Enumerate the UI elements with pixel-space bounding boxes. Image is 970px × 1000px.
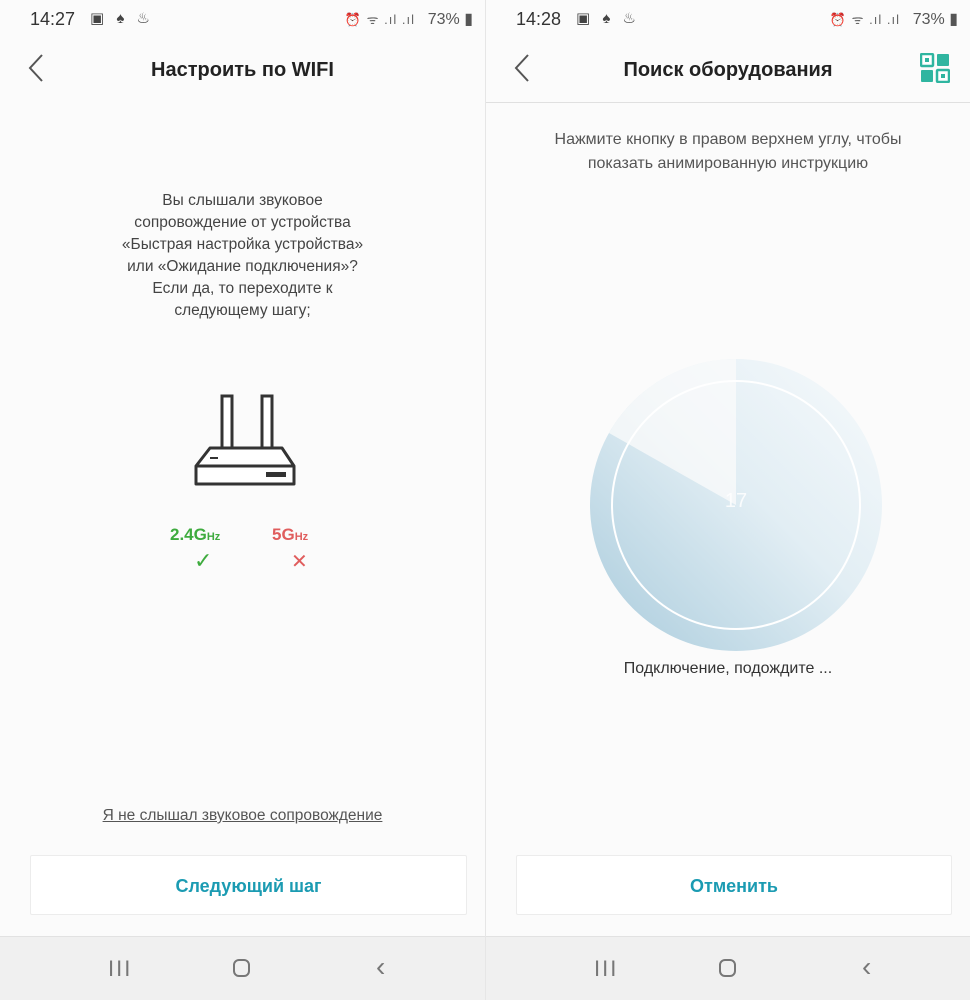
system-nav-bar: III ‹ bbox=[486, 936, 970, 1000]
home-icon[interactable] bbox=[233, 959, 250, 977]
band-2-4-unit: Hz bbox=[206, 531, 221, 543]
connecting-status: Подключение, подождите ... bbox=[623, 660, 833, 677]
band-5-unit: Hz bbox=[294, 531, 309, 543]
prompt-line: или «Ожидание подключения»? bbox=[127, 258, 358, 275]
status-bar: 14:28 ▣ ♠ ♨ ⏰ ᯤ .ıl .ıl 73% ▮ bbox=[486, 0, 970, 40]
cancel-button[interactable]: Отменить bbox=[516, 855, 952, 915]
app-header: Поиск оборудования bbox=[486, 45, 970, 103]
device-search-screen: 14:28 ▣ ♠ ♨ ⏰ ᯤ .ıl .ıl 73% ▮ Поиск обор… bbox=[485, 0, 970, 1000]
home-icon[interactable] bbox=[719, 959, 736, 977]
recent-apps-icon[interactable]: III bbox=[108, 956, 132, 982]
status-bar: 14:27 ▣ ♠ ♨ ⏰ ᯤ .ıl .ıl 73% ▮ bbox=[0, 0, 485, 40]
signal-icons: ⏰ ᯤ .ıl .ıl bbox=[829, 12, 900, 27]
band-5ghz: 5GHz bbox=[272, 525, 308, 545]
band-2-4ghz: 2.4GHz bbox=[170, 525, 220, 545]
search-progress: 17 bbox=[724, 490, 748, 512]
system-nav-bar: III ‹ bbox=[0, 936, 485, 1000]
signal-icons: ⏰ ᯤ .ıl .ıl bbox=[344, 12, 415, 27]
instruction-hint: Нажмите кнопку в правом верхнем углу, чт… bbox=[498, 128, 958, 176]
nav-back-icon[interactable]: ‹ bbox=[376, 951, 385, 983]
check-icon: ✓ bbox=[194, 548, 213, 573]
prompt-line: Если да, то переходите к bbox=[152, 280, 333, 297]
notification-icons: ▣ ♠ ♨ bbox=[576, 10, 640, 27]
notification-icons: ▣ ♠ ♨ bbox=[90, 10, 154, 27]
prompt-line: Вы слышали звуковое bbox=[162, 192, 323, 209]
battery-indicator: 73% ▮ bbox=[912, 11, 958, 28]
qr-instruction-icon[interactable] bbox=[920, 53, 950, 83]
band-5-value: 5G bbox=[272, 525, 295, 544]
sound-prompt: Вы слышали звуковое сопровождение от уст… bbox=[60, 190, 425, 322]
battery-indicator: 73% ▮ bbox=[427, 11, 473, 28]
status-time: 14:28 bbox=[516, 9, 562, 29]
band-2-4-value: 2.4G bbox=[170, 525, 207, 544]
prompt-line: сопровождение от устройства bbox=[134, 214, 351, 231]
router-icon bbox=[194, 394, 296, 486]
status-time: 14:27 bbox=[30, 9, 76, 29]
page-title: Поиск оборудования bbox=[623, 59, 833, 81]
prompt-line: следующему шагу; bbox=[174, 302, 311, 319]
recent-apps-icon[interactable]: III bbox=[594, 956, 618, 982]
nav-back-icon[interactable]: ‹ bbox=[862, 951, 871, 983]
hint-line: Нажмите кнопку в правом верхнем углу, чт… bbox=[554, 131, 902, 148]
cross-icon: ✕ bbox=[291, 551, 308, 573]
no-sound-link[interactable]: Я не слышал звуковое сопровождение bbox=[0, 807, 485, 825]
next-step-button[interactable]: Следующий шаг bbox=[30, 855, 467, 915]
hint-line: показать анимированную инструкцию bbox=[587, 155, 869, 172]
app-header: Настроить по WIFI bbox=[0, 45, 485, 103]
wifi-setup-screen: 14:27 ▣ ♠ ♨ ⏰ ᯤ .ıl .ıl 73% ▮ Настроить … bbox=[0, 0, 485, 1000]
prompt-line: «Быстрая настройка устройства» bbox=[121, 236, 364, 253]
page-title: Настроить по WIFI bbox=[151, 59, 334, 81]
